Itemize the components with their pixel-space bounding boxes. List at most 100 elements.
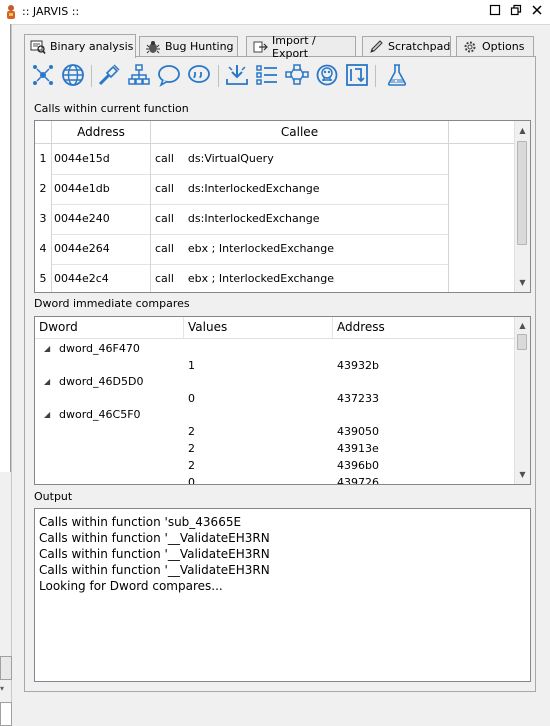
dword-address: 43932b: [337, 359, 379, 372]
address-column-header[interactable]: Address: [333, 317, 515, 338]
graph-button[interactable]: [284, 62, 310, 88]
tree-button[interactable]: [126, 62, 152, 88]
row-number-header: [35, 121, 52, 143]
dword-address: 439726: [337, 476, 379, 485]
tab-options[interactable]: Options: [456, 36, 534, 56]
background-scrollbar[interactable]: [0, 656, 12, 680]
tree-item-row[interactable]: 0 437233: [35, 391, 513, 407]
dword-name: dword_46C5F0: [59, 408, 141, 421]
scroll-up-arrow-icon[interactable]: ▲: [515, 123, 530, 138]
dword-tree-header: Dword Values Address: [35, 317, 515, 339]
tab-bar: Binary analysis Bug Hunting Import / Exp…: [24, 34, 536, 60]
callee-name: ebx ; InterlockedExchange: [187, 242, 334, 255]
tab-label: Binary analysis: [50, 40, 134, 53]
call-address: 0044e15d: [52, 144, 151, 174]
tree-item-row[interactable]: 2 439050: [35, 424, 513, 440]
dword-address: 439050: [337, 425, 379, 438]
dword-tree[interactable]: Dword Values Address ◢ dword_46F470 1 43…: [34, 316, 531, 485]
output-section-label: Output: [34, 490, 73, 503]
minimize-button[interactable]: [488, 4, 502, 18]
background-field[interactable]: [0, 702, 12, 726]
row-number: 1: [35, 144, 52, 174]
calls-section-label: Calls within current function: [34, 102, 189, 115]
call-address: 0044e264: [52, 234, 151, 264]
empty-column-header: [449, 121, 515, 143]
scroll-up-arrow-icon[interactable]: ▲: [515, 318, 530, 333]
comment-button[interactable]: [156, 62, 182, 88]
virus-button[interactable]: [314, 62, 340, 88]
collapse-triangle-icon[interactable]: ◢: [44, 407, 50, 423]
call-op: call: [155, 242, 174, 255]
quote-button[interactable]: [186, 62, 212, 88]
globe-button[interactable]: [60, 62, 86, 88]
table-row[interactable]: 2 0044e1db call ds:InterlockedExchange: [35, 174, 449, 205]
globe-icon: [62, 64, 84, 86]
scroll-thumb[interactable]: [517, 334, 527, 350]
dword-address: 4396b0: [337, 459, 379, 472]
callee-column-header[interactable]: Callee: [151, 121, 449, 143]
address-column-header[interactable]: Address: [52, 121, 151, 143]
restore-button[interactable]: [509, 4, 523, 18]
tree-icon: [128, 64, 150, 85]
call-address: 0044e240: [52, 204, 151, 234]
close-button[interactable]: [530, 4, 544, 18]
callee-name: ds:InterlockedExchange: [187, 182, 320, 195]
network-button[interactable]: [30, 62, 56, 88]
tree-item-row[interactable]: 0 439726: [35, 475, 513, 485]
tree-item-row[interactable]: 2 4396b0: [35, 458, 513, 474]
output-log[interactable]: Calls within function 'sub_43665E Calls …: [34, 508, 531, 682]
callee-cell: call ds:InterlockedExchange: [151, 204, 449, 234]
tree-item-row[interactable]: 2 43913e: [35, 441, 513, 457]
download-button[interactable]: [224, 62, 250, 88]
dword-address: 43913e: [337, 442, 379, 455]
scroll-down-arrow-icon[interactable]: ▼: [515, 275, 530, 290]
tab-label: Scratchpad: [388, 40, 451, 53]
tree-group-row[interactable]: ◢ dword_46C5F0: [35, 407, 513, 423]
flask-button[interactable]: [384, 62, 410, 88]
tab-scratchpad[interactable]: Scratchpad: [362, 36, 451, 56]
table-row[interactable]: 4 0044e264 call ebx ; InterlockedExchang…: [35, 234, 449, 265]
list-icon: [256, 65, 277, 85]
calls-table[interactable]: Address Callee 1 0044e15d call ds:Virtua…: [34, 120, 531, 293]
table-row[interactable]: 3 0044e240 call ds:InterlockedExchange: [35, 204, 449, 235]
collapse-triangle-icon[interactable]: ◢: [44, 341, 50, 357]
tree-group-row[interactable]: ◢ dword_46F470: [35, 341, 513, 357]
calls-scrollbar[interactable]: ▲ ▼: [514, 121, 530, 292]
values-column-header[interactable]: Values: [184, 317, 333, 338]
call-op: call: [155, 272, 174, 285]
import-export-icon: [253, 41, 268, 52]
collapse-triangle-icon[interactable]: ◢: [44, 374, 50, 390]
list-button[interactable]: [254, 62, 280, 88]
tab-bug-hunting[interactable]: Bug Hunting: [139, 36, 238, 56]
binary-analysis-icon: [30, 40, 46, 54]
tree-group-row[interactable]: ◢ dword_46D5D0: [35, 374, 513, 390]
dword-column-header[interactable]: Dword: [35, 317, 184, 338]
quote-bubble-icon: [188, 65, 210, 83]
callee-name: ds:VirtualQuery: [187, 152, 274, 165]
tree-item-row[interactable]: 1 43932b: [35, 358, 513, 374]
tab-label: Import / Export: [272, 33, 316, 60]
switch-button[interactable]: [344, 62, 370, 88]
tab-label: Options: [482, 40, 525, 53]
dword-value: 2: [188, 425, 195, 438]
dword-value: 2: [188, 442, 195, 455]
dword-scrollbar[interactable]: ▲ ▼: [514, 317, 530, 484]
table-row[interactable]: 1 0044e15d call ds:VirtualQuery: [35, 144, 449, 175]
call-op: call: [155, 152, 174, 165]
dword-name: dword_46D5D0: [59, 375, 144, 388]
row-number: 3: [35, 204, 52, 234]
tab-label: Bug Hunting: [165, 40, 234, 53]
callee-cell: call ebx ; InterlockedExchange: [151, 234, 449, 264]
call-op: call: [155, 212, 174, 225]
scroll-down-arrow-icon[interactable]: ▼: [515, 467, 530, 482]
flashlight-button[interactable]: [96, 62, 122, 88]
dword-value: 1: [188, 359, 195, 372]
tab-import-export[interactable]: Import / Export: [246, 34, 356, 60]
callee-name: ds:InterlockedExchange: [187, 212, 320, 225]
table-row[interactable]: 5 0044e2c4 call ebx ; InterlockedExchang…: [35, 264, 449, 292]
virus-icon: [316, 64, 338, 86]
tab-binary-analysis[interactable]: Binary analysis: [24, 34, 136, 58]
output-line: Calls within function '__ValidateEH3RN: [39, 547, 270, 561]
scroll-thumb[interactable]: [517, 141, 527, 245]
background-window-strip: ▾: [0, 24, 12, 726]
